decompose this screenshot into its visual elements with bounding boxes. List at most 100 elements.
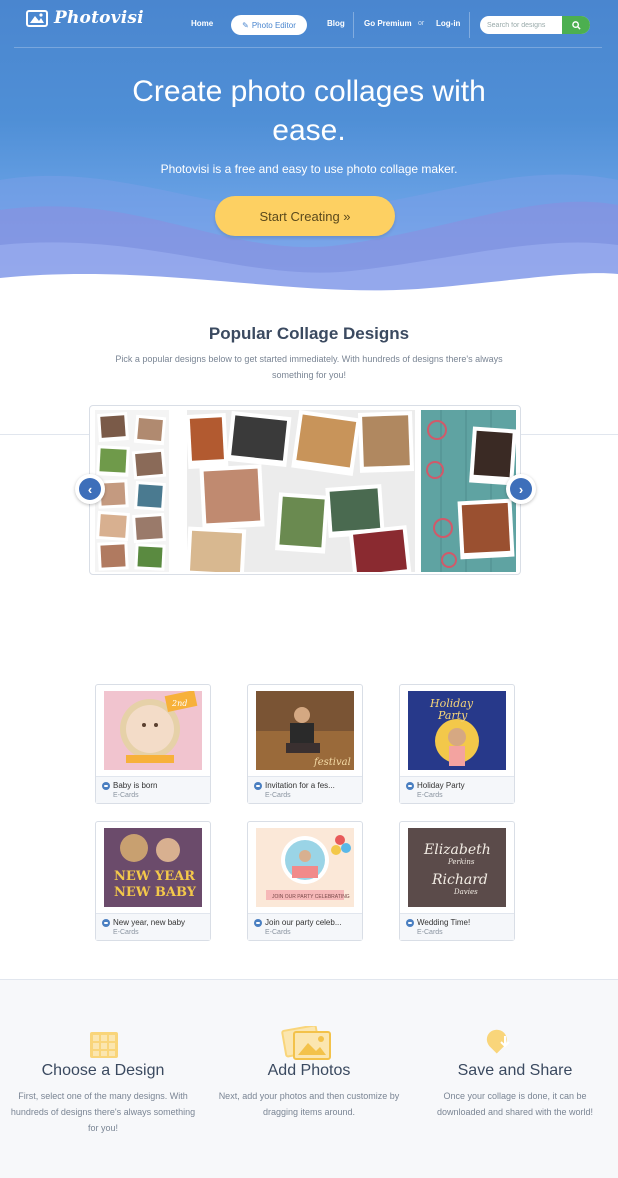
logo-text: Photovisi	[54, 8, 144, 28]
card-title: New year, new baby	[113, 918, 186, 927]
card-footer: New year, new baby E-Cards	[96, 913, 210, 940]
nav-divider	[469, 12, 470, 38]
design-thumbnail: NEW YEAR NEW BABY	[104, 828, 202, 907]
search-input[interactable]	[480, 16, 562, 34]
feature-title: Save and Share	[457, 1062, 573, 1079]
collage-thumbnail	[96, 411, 167, 571]
card-thumbnail: 2nd	[104, 691, 202, 770]
card-category: E-Cards	[113, 792, 139, 799]
card-thumbnail: NEW YEAR NEW BABY	[104, 828, 202, 907]
card-footer: Join our party celeb... E-Cards	[248, 913, 362, 940]
category-icon	[254, 782, 262, 790]
category-icon	[406, 919, 414, 927]
carousel-next-button[interactable]: ›	[506, 474, 536, 504]
card-footer: Holiday Party E-Cards	[400, 776, 514, 803]
nav-go-premium[interactable]: Go Premium	[364, 19, 412, 28]
svg-text:Davies: Davies	[453, 888, 478, 896]
hero-section: Photovisi Home ✎ Photo Editor Blog Go Pr…	[0, 0, 618, 300]
category-icon	[102, 919, 110, 927]
feature-description: First, select one of the many designs. W…	[10, 1091, 196, 1133]
design-thumbnail: Elizabeth Perkins Richard Davies	[408, 828, 506, 907]
card-title: Holiday Party	[417, 781, 465, 790]
category-icon	[406, 782, 414, 790]
svg-text:Party: Party	[437, 709, 468, 722]
carousel-slide[interactable]	[95, 410, 169, 572]
card-title: Invitation for a fes...	[265, 781, 335, 790]
heart-download-icon	[486, 1029, 510, 1054]
collage-carousel	[89, 405, 521, 575]
design-card[interactable]: festival Invitation for a fes... E-Cards	[247, 684, 363, 804]
search-icon	[571, 20, 581, 30]
carousel-prev-button[interactable]: ‹	[75, 474, 105, 504]
nav-divider	[353, 12, 354, 38]
design-card[interactable]: Elizabeth Perkins Richard Davies Wedding…	[399, 821, 515, 941]
search-box	[480, 16, 590, 34]
pencil-icon: ✎	[242, 20, 249, 30]
category-icon	[254, 919, 262, 927]
feature-title: Choose a Design	[41, 1062, 165, 1079]
collage-thumbnail	[421, 410, 516, 572]
svg-text:Elizabeth: Elizabeth	[423, 842, 491, 858]
popular-title: Popular Collage Designs	[208, 324, 410, 343]
chevron-left-icon: ‹	[79, 478, 101, 500]
nav-divider-line	[14, 47, 602, 48]
svg-text:2nd: 2nd	[171, 699, 187, 708]
svg-text:Perkins: Perkins	[447, 858, 475, 866]
card-category: E-Cards	[417, 929, 443, 936]
design-card[interactable]: NEW YEAR NEW BABY New year, new baby E-C…	[95, 821, 211, 941]
category-icon	[102, 782, 110, 790]
design-thumbnail: 2nd	[104, 691, 202, 770]
card-category: E-Cards	[265, 792, 291, 799]
card-footer: Invitation for a fes... E-Cards	[248, 776, 362, 803]
svg-text:NEW YEAR: NEW YEAR	[114, 869, 195, 884]
card-category: E-Cards	[113, 929, 139, 936]
logo-icon	[26, 10, 48, 27]
chevron-right-icon: ›	[510, 478, 532, 500]
hero-title: Create photo collages with ease.	[0, 72, 618, 150]
hero-title-line-1: Create photo collages with	[132, 75, 486, 108]
feature-description: Once your collage is done, it can be dow…	[436, 1091, 594, 1117]
card-thumbnail: JOIN OUR PARTY CELEBRATING	[256, 828, 354, 907]
carousel-slide[interactable]	[187, 410, 415, 572]
card-thumbnail: festival	[256, 691, 354, 770]
nav-login[interactable]: Log-in	[436, 19, 460, 28]
nav-home[interactable]: Home	[191, 19, 213, 28]
card-category: E-Cards	[265, 929, 291, 936]
start-creating-button[interactable]: Start Creating »	[215, 196, 395, 236]
card-title: Baby is born	[113, 781, 158, 790]
design-card[interactable]: 2nd Baby is born E-Cards	[95, 684, 211, 804]
card-footer: Wedding Time! E-Cards	[400, 913, 514, 940]
svg-text:festival: festival	[313, 757, 351, 768]
hero-subtitle: Photovisi is a free and easy to use phot…	[160, 162, 458, 176]
collage-thumbnail	[187, 410, 415, 572]
design-card[interactable]: Holiday Party Holiday Party E-Cards	[399, 684, 515, 804]
design-thumbnail: festival	[256, 691, 354, 770]
feature-description: Next, add your photos and then customize…	[218, 1091, 400, 1117]
photos-icon	[281, 1026, 331, 1060]
card-category: E-Cards	[417, 792, 443, 799]
popular-description: Pick a popular designs below to get star…	[115, 354, 503, 380]
svg-text:JOIN OUR PARTY CELEBRATING: JOIN OUR PARTY CELEBRATING	[272, 894, 350, 900]
features-section: Choose a Design First, select one of the…	[0, 979, 618, 1178]
nav-photo-editor-label: Photo Editor	[251, 20, 296, 30]
top-nav: Photovisi Home ✎ Photo Editor Blog Go Pr…	[0, 0, 618, 48]
card-thumbnail: Holiday Party	[408, 691, 506, 770]
carousel-slide[interactable]	[421, 410, 516, 572]
card-title: Wedding Time!	[417, 918, 471, 927]
search-button[interactable]	[562, 16, 590, 34]
card-footer: Baby is born E-Cards	[96, 776, 210, 803]
design-card[interactable]: JOIN OUR PARTY CELEBRATING Join our part…	[247, 821, 363, 941]
grid-icon	[90, 1032, 118, 1058]
hero-title-line-2: ease.	[272, 114, 346, 147]
svg-text:Richard: Richard	[431, 872, 488, 888]
nav-photo-editor[interactable]: ✎ Photo Editor	[231, 15, 307, 35]
card-thumbnail: Elizabeth Perkins Richard Davies	[408, 828, 506, 907]
svg-text:NEW BABY: NEW BABY	[114, 885, 197, 900]
design-thumbnail: JOIN OUR PARTY CELEBRATING	[256, 828, 354, 907]
nav-blog[interactable]: Blog	[327, 19, 345, 28]
nav-or-text: or	[418, 20, 425, 27]
logo[interactable]: Photovisi	[26, 8, 144, 28]
feature-title: Add Photos	[267, 1062, 351, 1079]
design-thumbnail: Holiday Party	[408, 691, 506, 770]
card-title: Join our party celeb...	[265, 918, 342, 927]
